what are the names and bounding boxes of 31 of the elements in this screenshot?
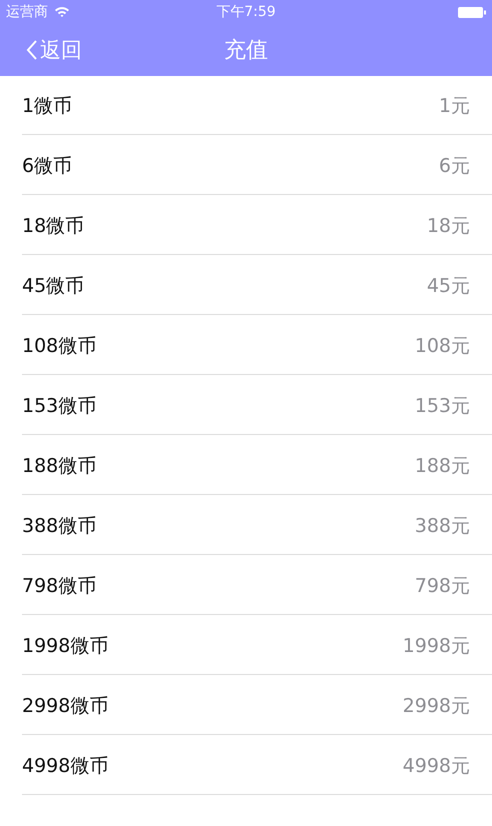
- coin-amount: 18微币: [22, 214, 84, 238]
- coin-price: 4998元: [402, 754, 470, 778]
- coin-amount: 188微币: [22, 454, 96, 478]
- coin-price: 1998元: [402, 634, 470, 658]
- coin-price: 108元: [414, 334, 470, 358]
- coin-amount: 153微币: [22, 394, 96, 418]
- coin-price: 2998元: [402, 694, 470, 718]
- coin-amount: 4998微币: [22, 754, 108, 778]
- coin-amount: 388微币: [22, 514, 96, 538]
- coin-amount: 798微币: [22, 574, 96, 598]
- coin-amount: 1998微币: [22, 634, 108, 658]
- coin-amount: 108微币: [22, 334, 96, 358]
- coin-price: 188元: [414, 454, 470, 478]
- coin-price: 6元: [438, 154, 470, 178]
- status-time: 下午7:59: [216, 3, 276, 21]
- coin-price: 388元: [414, 514, 470, 538]
- carrier-name: 运营商: [6, 3, 48, 21]
- page-title: 充值: [224, 37, 268, 65]
- chevron-left-icon: [26, 39, 38, 61]
- coin-amount: 6微币: [22, 154, 72, 178]
- coin-price: 1元: [438, 94, 470, 118]
- coin-amount: 45微币: [22, 274, 84, 298]
- battery-icon: [458, 6, 486, 18]
- back-button[interactable]: 返回: [26, 36, 82, 64]
- wifi-icon: [54, 6, 70, 18]
- coin-amount: 1微币: [22, 94, 72, 118]
- coin-price: 798元: [414, 574, 470, 598]
- coin-amount: 2998微币: [22, 694, 108, 718]
- coin-price: 45元: [426, 274, 470, 298]
- coin-price: 18元: [426, 214, 470, 238]
- coin-price: 153元: [414, 394, 470, 418]
